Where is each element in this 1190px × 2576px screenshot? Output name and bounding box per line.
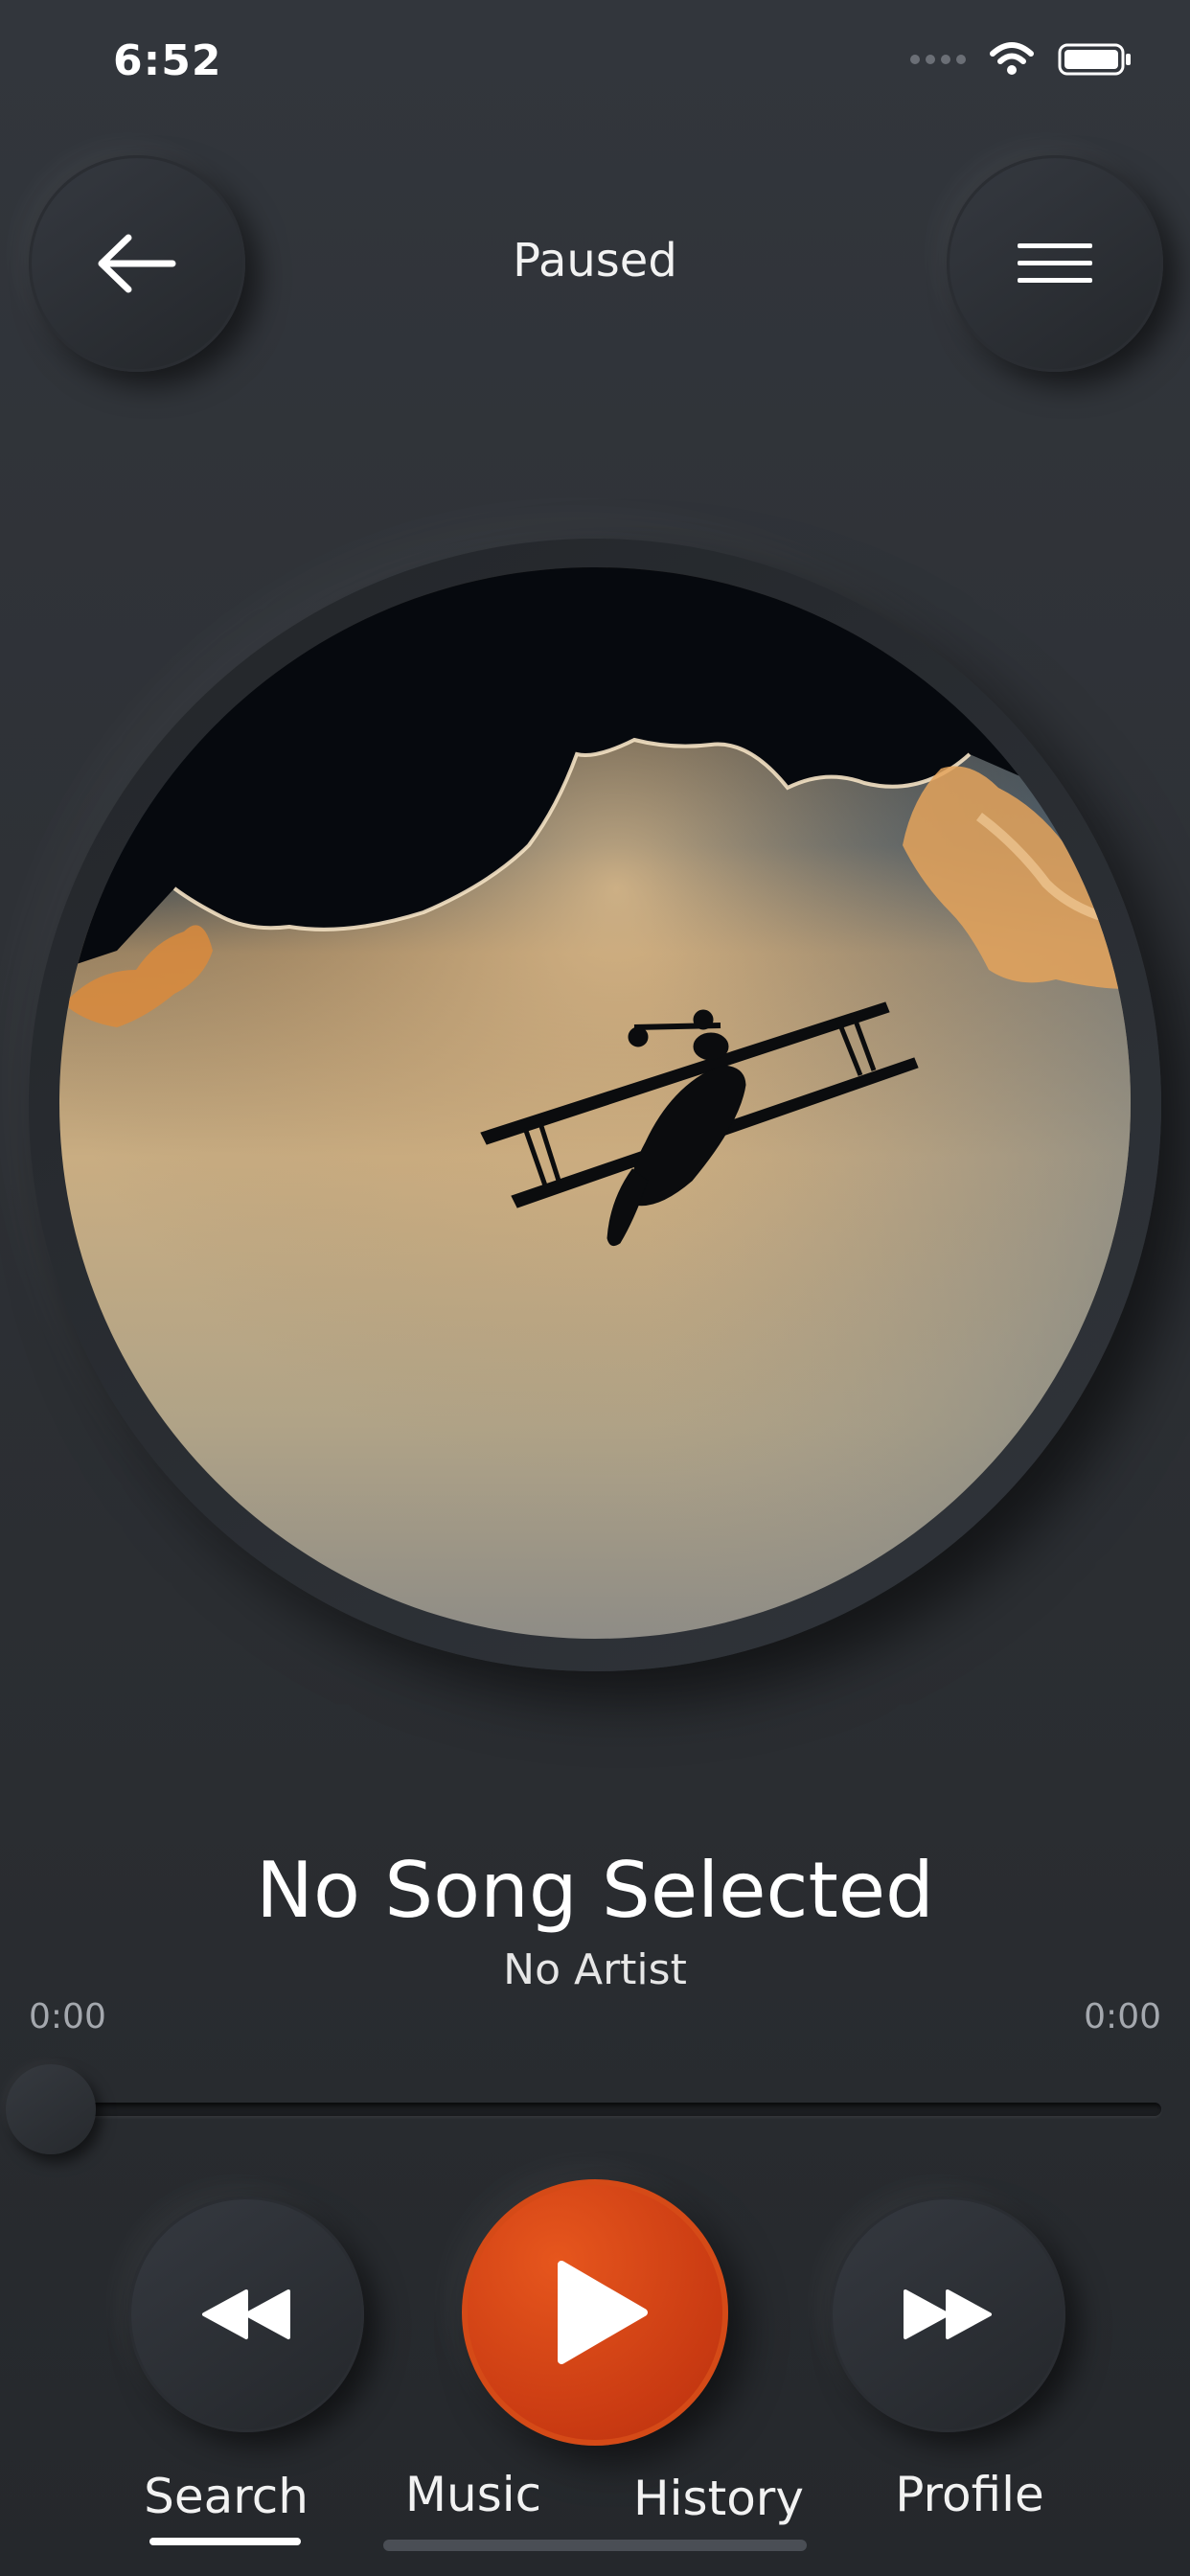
battery-icon xyxy=(1058,43,1131,76)
song-title: No Song Selected xyxy=(256,1846,934,1935)
tab-history[interactable]: History xyxy=(613,2471,824,2526)
menu-button[interactable] xyxy=(947,155,1163,372)
fast-forward-button[interactable] xyxy=(830,2196,1065,2432)
home-indicator xyxy=(383,2540,807,2551)
album-artwork xyxy=(59,567,1131,1639)
status-time: 6:52 xyxy=(113,36,222,85)
tab-search-active-indicator xyxy=(149,2538,301,2545)
fast-forward-icon xyxy=(904,2289,992,2339)
rewind-button[interactable] xyxy=(128,2196,364,2432)
tab-profile[interactable]: Profile xyxy=(874,2467,1065,2522)
elapsed-time: 0:00 xyxy=(29,1997,106,2036)
hamburger-menu-icon xyxy=(1018,243,1092,283)
progress-track[interactable] xyxy=(52,2103,1161,2116)
status-icons xyxy=(910,42,1133,77)
play-button[interactable] xyxy=(462,2179,728,2446)
rewind-icon xyxy=(202,2289,290,2339)
wifi-icon xyxy=(990,42,1034,75)
tab-music[interactable]: Music xyxy=(378,2467,569,2522)
total-duration: 0:00 xyxy=(1084,1997,1161,2036)
song-artist: No Artist xyxy=(503,1945,687,1994)
play-icon xyxy=(558,2261,648,2364)
cellular-signal-icon xyxy=(910,55,966,64)
progress-slider-thumb[interactable] xyxy=(6,2064,96,2154)
music-player-screen: 6:52 Paused No Song Selected No Artist 0… xyxy=(0,0,1190,2576)
tab-search[interactable]: Search xyxy=(130,2469,322,2524)
